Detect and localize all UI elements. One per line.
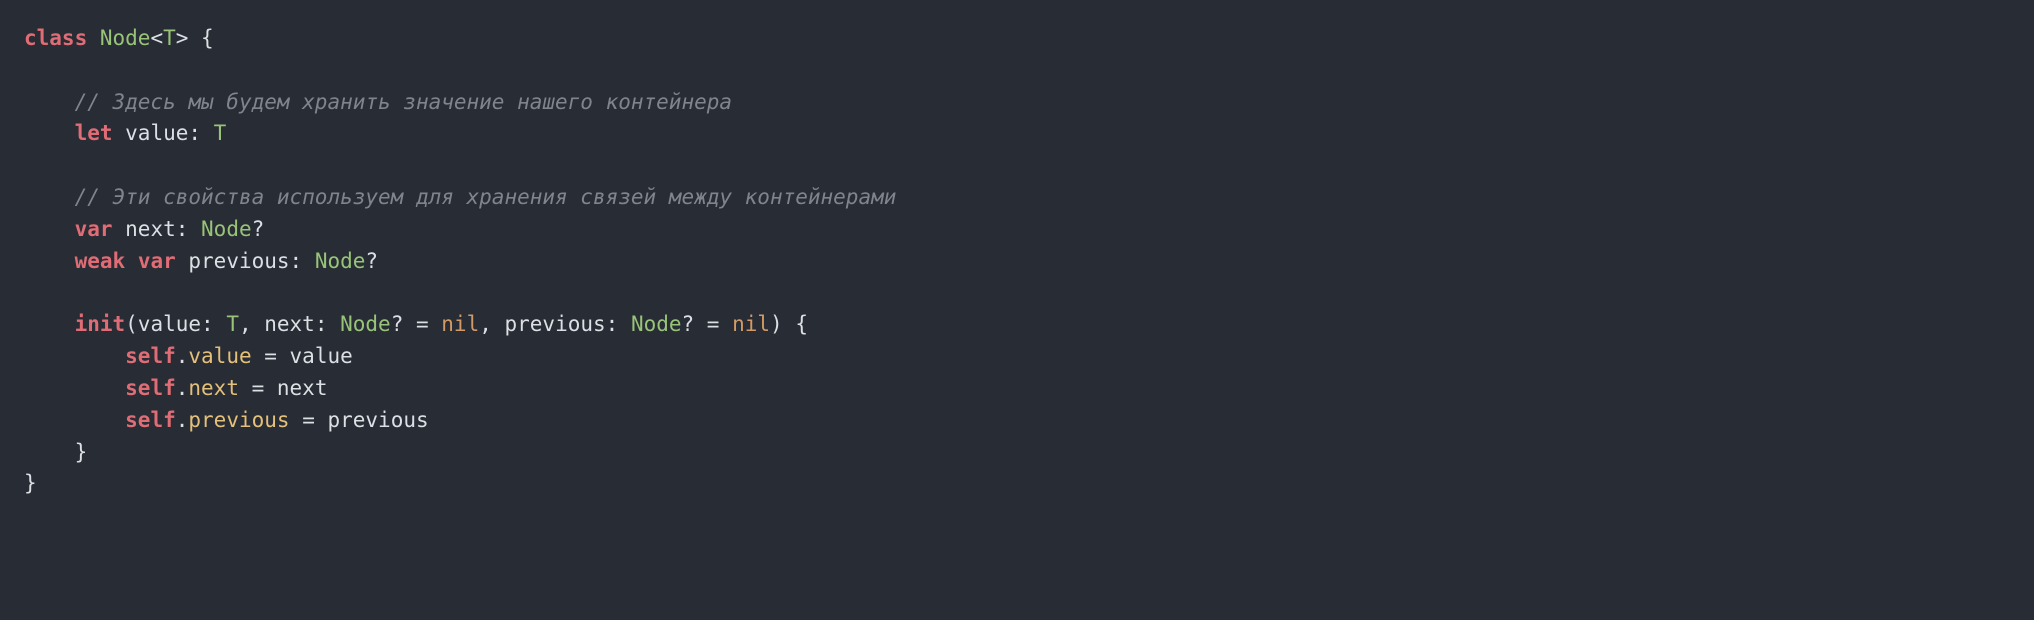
code-token: , next: xyxy=(239,312,340,336)
code-token: , previous: xyxy=(479,312,631,336)
code-token: > { xyxy=(176,26,214,50)
code-token: next xyxy=(188,376,239,400)
code-token xyxy=(24,312,75,336)
code-token xyxy=(24,217,75,241)
code-token: Node xyxy=(631,312,682,336)
code-token xyxy=(24,185,75,209)
code-token: = value xyxy=(252,344,353,368)
code-token: T xyxy=(226,312,239,336)
code-token: T xyxy=(163,26,176,50)
code-content: class Node<T> { // Здесь мы будем хранит… xyxy=(24,26,896,495)
code-token xyxy=(24,249,75,273)
code-token: self xyxy=(125,408,176,432)
code-token: ? = xyxy=(682,312,733,336)
code-token: = next xyxy=(239,376,328,400)
code-token: class xyxy=(24,26,87,50)
code-token: ? xyxy=(252,217,265,241)
code-token: var xyxy=(138,249,176,273)
code-token: // Эти свойства используем для хранения … xyxy=(75,185,897,209)
code-token: nil xyxy=(441,312,479,336)
code-token: Node xyxy=(201,217,252,241)
code-token: Node xyxy=(315,249,366,273)
code-token: init xyxy=(75,312,126,336)
code-token: = previous xyxy=(290,408,429,432)
code-token: . xyxy=(176,408,189,432)
code-token xyxy=(24,344,125,368)
code-token: next: xyxy=(113,217,202,241)
code-token xyxy=(125,249,138,273)
code-block: class Node<T> { // Здесь мы будем хранит… xyxy=(0,0,2034,525)
code-token xyxy=(24,121,75,145)
code-token: (value: xyxy=(125,312,226,336)
code-token: ) { xyxy=(770,312,808,336)
code-token: . xyxy=(176,376,189,400)
code-token: ? = xyxy=(391,312,442,336)
code-token: previous xyxy=(188,408,289,432)
code-token: weak xyxy=(75,249,126,273)
code-token: Node xyxy=(340,312,391,336)
code-token xyxy=(24,376,125,400)
code-token xyxy=(87,26,100,50)
code-token xyxy=(24,90,75,114)
code-token: Node xyxy=(100,26,151,50)
code-token: // Здесь мы будем хранить значение нашег… xyxy=(75,90,732,114)
code-token: var xyxy=(75,217,113,241)
code-token: < xyxy=(150,26,163,50)
code-token: nil xyxy=(732,312,770,336)
code-token xyxy=(24,408,125,432)
code-token: previous: xyxy=(176,249,315,273)
code-token: value: xyxy=(113,121,214,145)
code-token: } xyxy=(24,471,37,495)
code-token: self xyxy=(125,344,176,368)
code-token: . xyxy=(176,344,189,368)
code-token: ? xyxy=(365,249,378,273)
code-token: let xyxy=(75,121,113,145)
code-token: self xyxy=(125,376,176,400)
code-token: value xyxy=(188,344,251,368)
code-token: } xyxy=(24,440,87,464)
code-token: T xyxy=(214,121,227,145)
